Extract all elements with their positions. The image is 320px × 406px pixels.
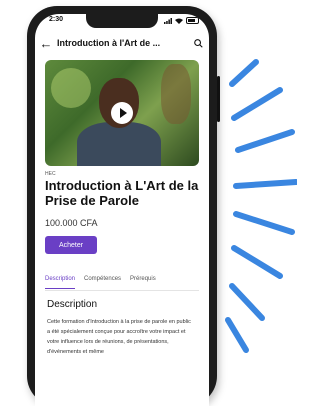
play-button[interactable] <box>111 102 133 124</box>
ray <box>233 179 297 189</box>
video-background <box>51 68 91 108</box>
play-icon <box>119 108 127 118</box>
course-tabs: Description Compétences Prérequis <box>45 276 199 291</box>
ray <box>233 211 295 235</box>
back-arrow-icon[interactable]: ← <box>35 36 57 51</box>
course-organization: HEC <box>45 171 56 177</box>
status-icons <box>164 17 199 24</box>
ray <box>225 317 249 353</box>
header-title: Introduction à l'Art de ... <box>57 38 161 48</box>
signal-icon <box>164 17 172 24</box>
phone-frame: 2:30 ← Introduction à l'Art de ... HEC I… <box>27 6 220 406</box>
buy-button[interactable]: Acheter <box>45 236 97 254</box>
phone-screen: 2:30 ← Introduction à l'Art de ... HEC I… <box>35 14 209 406</box>
side-button <box>217 76 220 122</box>
ray <box>229 283 265 321</box>
course-video[interactable] <box>45 60 199 166</box>
ray <box>231 245 283 279</box>
notch <box>86 14 158 28</box>
video-person <box>77 122 161 166</box>
video-background <box>161 64 191 124</box>
course-price: 100.000 CFA <box>45 218 98 228</box>
description-text: Cette formation d'Introduction à la pris… <box>47 319 191 355</box>
status-time: 2:30 <box>49 16 64 23</box>
ray <box>229 59 259 87</box>
battery-icon <box>186 17 199 24</box>
tab-description[interactable]: Description <box>45 276 76 289</box>
search-icon[interactable] <box>187 38 209 48</box>
description-heading: Description <box>47 299 98 310</box>
wifi-icon <box>175 18 183 24</box>
tab-competences[interactable]: Compétences <box>84 276 121 290</box>
app-header: ← Introduction à l'Art de ... <box>35 32 209 54</box>
status-bar: 2:30 <box>35 14 209 28</box>
course-title: Introduction à L'Art de la Prise de Paro… <box>45 178 199 208</box>
ray <box>231 87 283 121</box>
ray <box>235 129 295 153</box>
tab-prerequis[interactable]: Prérequis <box>130 276 156 290</box>
